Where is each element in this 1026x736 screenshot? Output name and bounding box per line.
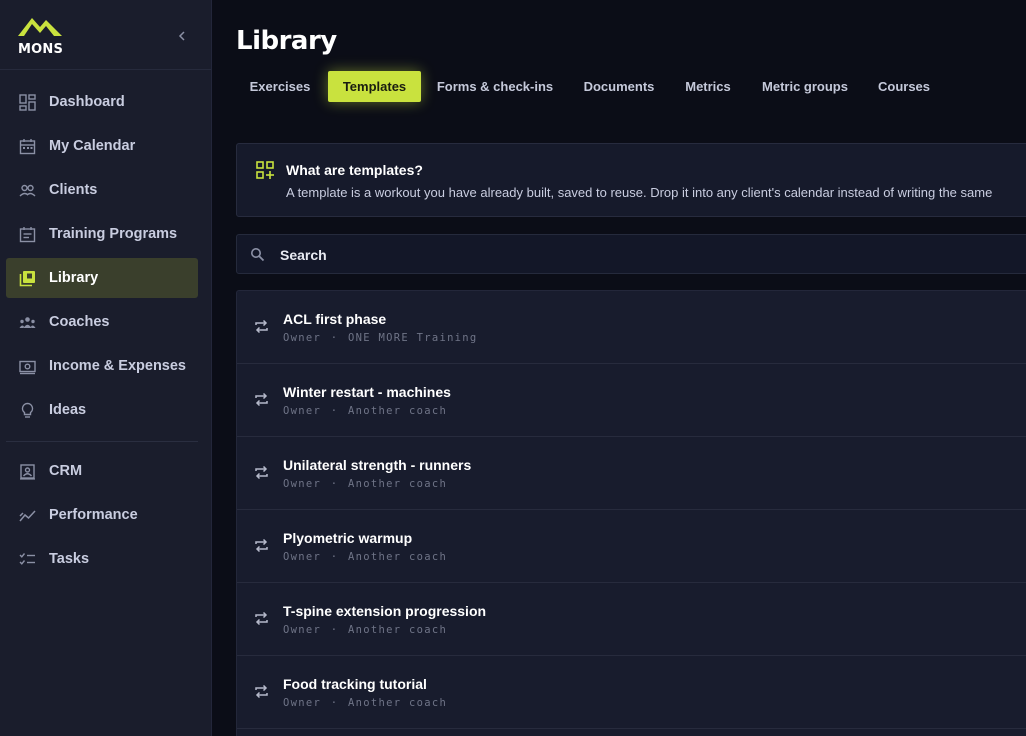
search-input[interactable] — [280, 244, 880, 266]
template-title: Plyometric warmup — [283, 530, 413, 546]
collapse-sidebar-button[interactable] — [174, 28, 190, 44]
repeat-icon — [255, 611, 268, 626]
repeat-icon — [255, 465, 268, 480]
performance-icon — [19, 510, 36, 522]
template-owner: Another coach — [347, 624, 448, 636]
template-title: Winter restart - machines — [283, 384, 451, 400]
tab-metric-groups[interactable]: Metric groups — [752, 71, 858, 102]
sidebar-item-training-programs[interactable]: Training Programs — [6, 214, 198, 254]
list-item[interactable]: Unilateral strength - runners Owner · An… — [237, 437, 1026, 510]
clients-icon — [19, 184, 36, 197]
tab-metrics[interactable]: Metrics — [676, 71, 740, 102]
repeat-icon — [255, 538, 268, 553]
meta-separator: · — [330, 478, 339, 490]
sidebar-item-coaches[interactable]: Coaches — [6, 302, 198, 342]
list-item[interactable]: Food tracking tutorial Owner · Another c… — [237, 656, 1026, 729]
template-role: Owner — [283, 551, 322, 563]
list-item[interactable]: T-spine extension progression Owner · An… — [237, 583, 1026, 656]
dashboard-icon — [19, 94, 36, 111]
sidebar-item-label: Clients — [49, 182, 98, 198]
meta-separator: · — [330, 405, 339, 417]
repeat-icon — [255, 319, 268, 334]
template-meta: Owner · Another coach — [283, 697, 447, 709]
repeat-icon — [255, 392, 268, 407]
template-owner: Another coach — [347, 551, 448, 563]
list-item[interactable]: Plyometric warmup Owner · Another coach — [237, 510, 1026, 583]
sidebar-item-label: Income & Expenses — [49, 358, 186, 374]
info-text: A template is a workout you have already… — [286, 185, 993, 200]
tab-courses[interactable]: Courses — [868, 71, 940, 102]
sidebar-item-label: Performance — [49, 507, 138, 523]
template-list: ACL first phase Owner · ONE MORE Trainin… — [236, 290, 1026, 736]
sidebar-item-label: My Calendar — [49, 138, 136, 154]
sidebar-item-label: CRM — [49, 463, 83, 479]
chevron-left-icon — [178, 31, 185, 41]
sidebar-item-performance[interactable]: Performance — [6, 495, 198, 535]
crm-icon — [20, 464, 35, 480]
template-title: ACL first phase — [283, 311, 387, 327]
templates-info-box: What are templates? A template is a work… — [236, 143, 1026, 217]
template-title: Food tracking tutorial — [283, 676, 427, 692]
template-title: T-spine extension progression — [283, 603, 487, 619]
list-item[interactable]: ACL first phase Owner · ONE MORE Trainin… — [237, 291, 1026, 364]
search-box — [236, 234, 1026, 274]
coaches-icon — [19, 317, 36, 328]
sidebar-item-label: Ideas — [49, 402, 87, 418]
sidebar-item-tasks[interactable]: Tasks — [6, 539, 198, 579]
template-role: Owner — [283, 405, 322, 417]
tab-forms-check-ins[interactable]: Forms & check-ins — [428, 71, 562, 102]
calendar-icon — [19, 139, 36, 155]
template-meta: Owner · Another coach — [283, 624, 447, 636]
qr-add-icon — [256, 161, 274, 179]
search-icon — [251, 248, 265, 262]
template-owner: Another coach — [347, 697, 448, 709]
income-icon — [19, 360, 36, 375]
tab-templates[interactable]: Templates — [328, 71, 421, 102]
template-meta: Owner · Another coach — [283, 405, 447, 417]
sidebar-item-dashboard[interactable]: Dashboard — [6, 82, 198, 122]
sidebar-item-label: Coaches — [49, 314, 110, 330]
brand-name: MONS — [18, 42, 64, 57]
page-title: Library — [236, 26, 337, 56]
meta-separator: · — [330, 332, 339, 344]
tab-documents[interactable]: Documents — [572, 71, 666, 102]
template-role: Owner — [283, 624, 322, 636]
template-owner: Another coach — [347, 478, 448, 490]
template-role: Owner — [283, 697, 322, 709]
sidebar-item-ideas[interactable]: Ideas — [6, 390, 198, 430]
sidebar-item-crm[interactable]: CRM — [6, 451, 198, 491]
library-icon — [19, 271, 35, 287]
mountain-logo-icon — [18, 18, 62, 36]
template-title: Unilateral strength - runners — [283, 457, 472, 473]
tab-exercises[interactable]: Exercises — [236, 71, 324, 102]
template-meta: Owner · Another coach — [283, 478, 447, 490]
meta-separator: · — [330, 624, 339, 636]
list-item[interactable]: Winter restart - machines Owner · Anothe… — [237, 364, 1026, 437]
repeat-icon — [255, 684, 268, 699]
logo-area: MONS — [0, 0, 211, 70]
sidebar-item-label: Training Programs — [49, 226, 178, 242]
sidebar-item-label: Dashboard — [49, 94, 125, 110]
sidebar-divider — [6, 441, 198, 442]
sidebar-item-label: Library — [49, 270, 99, 286]
template-meta: Owner · Another coach — [283, 551, 447, 563]
template-owner: Another coach — [347, 405, 448, 417]
tasks-icon — [19, 553, 35, 565]
sidebar-item-income-expenses[interactable]: Income & Expenses — [6, 346, 198, 386]
template-role: Owner — [283, 478, 322, 490]
meta-separator: · — [330, 551, 339, 563]
sidebar-item-label: Tasks — [49, 551, 90, 567]
sidebar-item-library[interactable]: Library — [6, 258, 198, 298]
lightbulb-icon — [21, 402, 34, 418]
sidebar-item-clients[interactable]: Clients — [6, 170, 198, 210]
training-programs-icon — [19, 227, 36, 243]
sidebar: MONS Dashboard My Calendar Clients Train… — [0, 0, 212, 736]
template-role: Owner — [283, 332, 322, 344]
meta-separator: · — [330, 697, 339, 709]
sidebar-item-my-calendar[interactable]: My Calendar — [6, 126, 198, 166]
template-owner: ONE MORE Training — [347, 332, 478, 344]
template-meta: Owner · ONE MORE Training — [283, 332, 478, 344]
info-title: What are templates? — [286, 162, 423, 178]
